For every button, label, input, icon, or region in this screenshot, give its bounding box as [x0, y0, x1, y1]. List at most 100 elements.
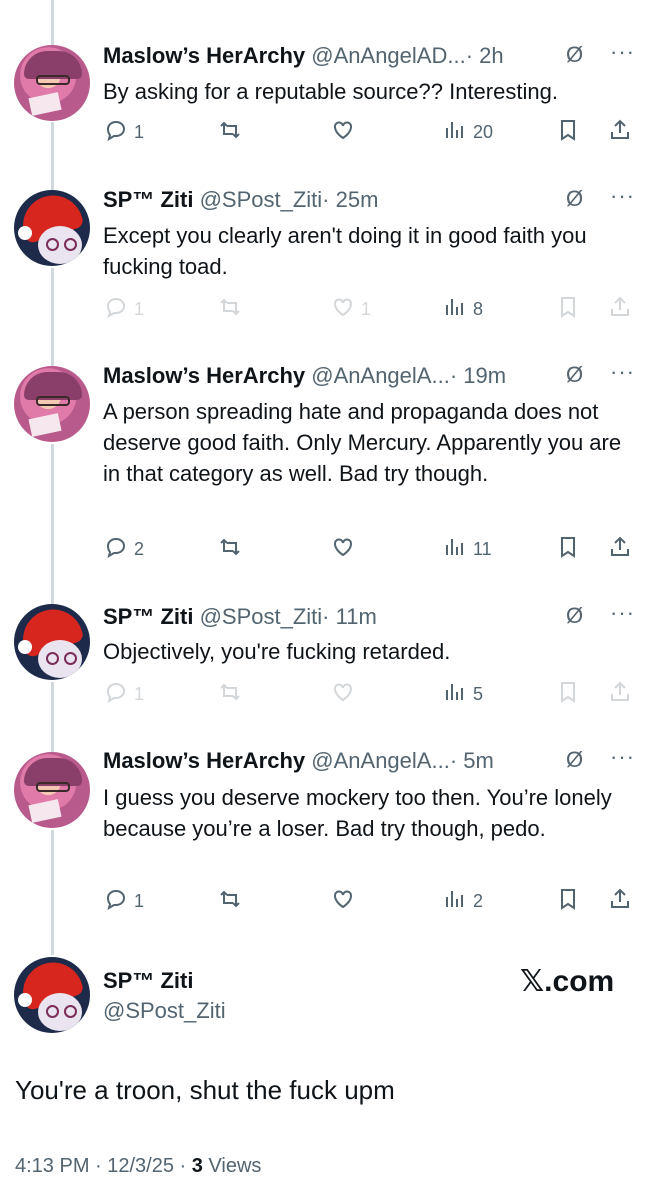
author-handle[interactable]: @SPost_Ziti — [200, 187, 323, 212]
retweet-button[interactable] — [218, 680, 248, 709]
tweet-text: Objectively, you're fucking retarded. — [103, 639, 451, 664]
like-button[interactable] — [331, 680, 361, 709]
ziti-avatar[interactable] — [14, 190, 90, 266]
author-name[interactable]: SP™ Ziti — [103, 604, 193, 629]
bookmark-button[interactable] — [556, 118, 580, 147]
views-count: 3 — [191, 1155, 203, 1177]
tweet-time[interactable]: · 11m — [322, 604, 377, 629]
bookmark-icon — [556, 680, 580, 709]
views-icon — [443, 295, 467, 324]
pink-avatar[interactable] — [14, 752, 90, 828]
action-bar: 2 11 — [0, 535, 653, 565]
like-button[interactable] — [331, 887, 361, 916]
share-button[interactable] — [608, 887, 632, 916]
action-bar: 1 1 8 — [0, 295, 653, 325]
retweet-icon — [218, 535, 242, 564]
slashed-circle-icon[interactable]: Ø — [566, 42, 583, 68]
reply-button[interactable]: 1 — [104, 887, 144, 916]
retweet-button[interactable] — [218, 118, 248, 147]
reply-icon — [104, 295, 128, 324]
author-handle[interactable]: @AnAngelAD... — [311, 43, 465, 68]
author-handle[interactable]: @SPost_Ziti — [103, 998, 226, 1024]
heart-icon — [331, 887, 355, 916]
replies-count: 1 — [134, 122, 145, 142]
share-icon — [608, 118, 632, 147]
views-button[interactable]: 5 — [443, 680, 483, 709]
reply-button[interactable]: 2 — [104, 535, 144, 564]
retweet-icon — [218, 295, 242, 324]
views-button[interactable]: 2 — [443, 887, 483, 916]
author-name[interactable]: Maslow’s HerArchy — [103, 363, 305, 388]
share-button[interactable] — [608, 680, 632, 709]
heart-icon — [331, 118, 355, 147]
author-name[interactable]: Maslow’s HerArchy — [103, 43, 305, 68]
like-button[interactable] — [331, 118, 361, 147]
views-icon — [443, 118, 467, 147]
slashed-circle-icon[interactable]: Ø — [566, 747, 583, 773]
reply-icon — [104, 680, 128, 709]
thread-line — [51, 0, 54, 45]
tweet-time[interactable]: · 25m — [322, 187, 378, 212]
retweet-button[interactable] — [218, 887, 248, 916]
action-bar: 12 — [0, 887, 653, 917]
tweet-time[interactable]: · 2h — [466, 43, 504, 68]
share-button[interactable] — [608, 535, 632, 564]
slashed-circle-icon[interactable]: Ø — [566, 603, 583, 629]
views-label: Views — [202, 1155, 262, 1177]
bookmark-button[interactable] — [556, 295, 580, 324]
retweet-button[interactable] — [218, 295, 248, 324]
share-icon — [608, 295, 632, 324]
views-count: 11 — [473, 539, 492, 559]
heart-icon — [331, 680, 355, 709]
like-button[interactable] — [331, 535, 361, 564]
tweet-text: A person spreading hate and propaganda d… — [103, 399, 622, 486]
share-button[interactable] — [608, 295, 632, 324]
slashed-circle-icon[interactable]: Ø — [566, 362, 583, 388]
bookmark-button[interactable] — [556, 535, 580, 564]
more-dots-icon[interactable]: ··· — [610, 39, 635, 65]
like-button[interactable]: 1 — [331, 295, 371, 324]
reply-icon — [104, 118, 128, 147]
reply-button[interactable]: 1 — [104, 680, 144, 709]
replies-count: 1 — [134, 891, 145, 911]
more-dots-icon[interactable]: ··· — [610, 183, 635, 209]
more-dots-icon[interactable]: ··· — [610, 744, 635, 770]
author-name[interactable]: SP™ Ziti — [103, 968, 193, 993]
ziti-avatar[interactable] — [14, 604, 90, 680]
author-handle[interactable]: @AnAngelA... — [311, 363, 450, 388]
author-name[interactable]: Maslow’s HerArchy — [103, 748, 305, 773]
share-icon — [608, 887, 632, 916]
views-count: 8 — [473, 299, 484, 319]
action-bar: 1 20 — [0, 118, 653, 148]
views-button[interactable]: 8 — [443, 295, 483, 324]
reply-button[interactable]: 1 — [104, 295, 144, 324]
more-dots-icon[interactable]: ··· — [610, 359, 635, 385]
views-icon — [443, 535, 467, 564]
tweet-time[interactable]: · 5m — [450, 748, 494, 773]
share-icon — [608, 535, 632, 564]
bookmark-icon — [556, 295, 580, 324]
pink-avatar[interactable] — [14, 366, 90, 442]
share-button[interactable] — [608, 118, 632, 147]
bookmark-button[interactable] — [556, 680, 580, 709]
author-handle[interactable]: @SPost_Ziti — [200, 604, 323, 629]
views-button[interactable]: 11 — [443, 535, 492, 564]
pink-avatar[interactable] — [14, 45, 90, 121]
author-handle[interactable]: @AnAngelA... — [311, 748, 450, 773]
replies-count: 1 — [134, 299, 145, 319]
tweet-text: By asking for a reputable source?? Inter… — [103, 79, 558, 104]
slashed-circle-icon[interactable]: Ø — [566, 186, 583, 212]
author-name[interactable]: SP™ Ziti — [103, 187, 193, 212]
bookmark-button[interactable] — [556, 887, 580, 916]
tweet-time[interactable]: · 19m — [450, 363, 506, 388]
reply-button[interactable]: 1 — [104, 118, 144, 147]
timestamp[interactable]: 4:13 PM · 12/3/25 · — [15, 1155, 192, 1177]
bookmark-icon — [556, 887, 580, 916]
retweet-button[interactable] — [218, 535, 248, 564]
more-dots-icon[interactable]: ··· — [610, 600, 635, 626]
retweet-icon — [218, 680, 242, 709]
replies-count: 1 — [134, 684, 145, 704]
views-button[interactable]: 20 — [443, 118, 493, 147]
ziti-avatar[interactable] — [14, 957, 90, 1033]
reply-icon — [104, 535, 128, 564]
